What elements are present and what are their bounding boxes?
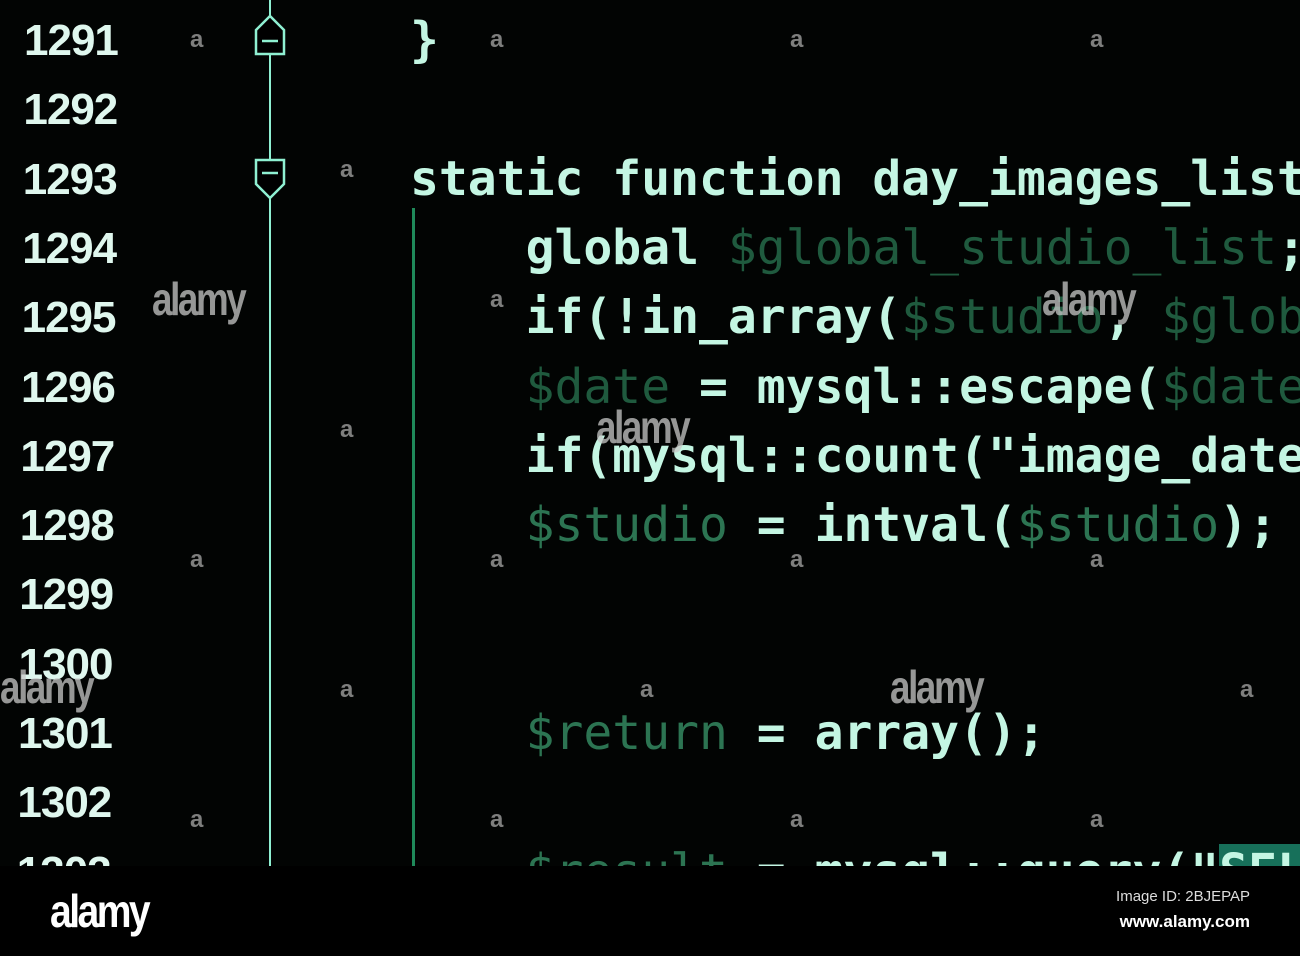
- watermark: alamy: [152, 273, 247, 325]
- line-number: 1302: [17, 778, 112, 828]
- code-token: if(mysql::count("image_date: [410, 427, 1300, 484]
- code-token: ;: [1277, 220, 1300, 276]
- line-number: 1294: [22, 223, 117, 273]
- code-token: = mysql::escape(: [670, 358, 1162, 415]
- code-token: );: [1219, 497, 1277, 554]
- watermark-mark: a: [490, 806, 504, 833]
- code-token: }: [410, 12, 439, 68]
- code-editor[interactable]: 1291 1292 1293 1294 1295 1296 1297 1298 1299 1300…: [0, 0, 1300, 866]
- code-line[interactable]: }: [410, 6, 439, 75]
- code-variable: $studio: [1016, 497, 1220, 554]
- code-token: = mysql::query(": [728, 844, 1219, 866]
- watermark-mark: a: [490, 286, 504, 313]
- watermark: alamy: [0, 661, 95, 713]
- code-variable: $studio: [525, 497, 728, 554]
- watermark-mark: a: [790, 806, 804, 833]
- watermark-mark: a: [640, 676, 654, 703]
- watermark: alamy: [890, 661, 985, 713]
- watermark-mark: a: [1240, 676, 1254, 703]
- line-number: 1291: [24, 16, 119, 65]
- code-line[interactable]: $studio = intval($studio);: [410, 491, 1277, 560]
- footer-bar: alamy Image ID: 2BJEPAP www.alamy.com: [0, 866, 1300, 956]
- code-variable: $glob: [1161, 289, 1300, 346]
- site-url: www.alamy.com: [1119, 912, 1250, 931]
- line-number: 1292: [23, 85, 118, 135]
- watermark-mark: a: [340, 416, 354, 443]
- watermark-mark: a: [340, 676, 354, 703]
- watermark-mark: a: [190, 546, 204, 573]
- fold-collapse-marker-icon[interactable]: [254, 158, 286, 200]
- watermark-mark: a: [340, 156, 354, 183]
- watermark: alamy: [1042, 273, 1137, 325]
- code-line[interactable]: global $global_studio_list;: [410, 214, 1300, 283]
- watermark-mark: a: [790, 546, 804, 573]
- watermark-mark: a: [490, 546, 504, 573]
- fold-end-marker-icon[interactable]: [254, 14, 286, 56]
- code-token: if(!in_array(: [410, 289, 902, 346]
- code-variable: $date: [1161, 358, 1300, 415]
- line-number: 1297: [20, 431, 115, 481]
- code-token: = array();: [727, 705, 1046, 761]
- alamy-logo: alamy: [50, 885, 151, 937]
- watermark-mark: a: [190, 26, 204, 53]
- image-id-text: Image ID: 2BJEPAP: [1116, 888, 1250, 905]
- code-line[interactable]: static function day_images_list: [410, 145, 1300, 214]
- watermark: alamy: [596, 401, 691, 453]
- fold-gutter-line: [269, 0, 271, 866]
- code-token: SEL: [1219, 843, 1300, 866]
- line-number: 1293: [22, 154, 118, 204]
- code-line[interactable]: $date = mysql::escape($date: [410, 353, 1300, 422]
- line-number: 1295: [21, 293, 117, 343]
- code-token: static function day_images_list: [410, 150, 1300, 207]
- code-line[interactable]: if(mysql::count("image_date: [410, 422, 1300, 491]
- watermark-mark: a: [190, 806, 204, 833]
- code-token: = intval(: [727, 497, 1017, 554]
- line-number: 1296: [21, 362, 116, 412]
- line-number: 1298: [19, 501, 115, 551]
- watermark-mark: a: [1090, 806, 1104, 833]
- line-number: 1303: [17, 838, 127, 866]
- code-token: global: [410, 219, 728, 276]
- watermark-mark: a: [790, 26, 804, 53]
- code-variable: $global_studio_list: [727, 219, 1277, 276]
- watermark-mark: a: [1090, 546, 1104, 573]
- line-number: 1299: [19, 570, 114, 620]
- code-variable: $return: [525, 705, 728, 761]
- code-line[interactable]: $result = mysql::query("SEL: [410, 838, 1300, 866]
- watermark-mark: a: [490, 26, 504, 53]
- watermark-mark: a: [1090, 26, 1104, 53]
- code-variable: $result: [526, 844, 728, 866]
- code-line[interactable]: if(!in_array($studio, $glob: [410, 283, 1300, 352]
